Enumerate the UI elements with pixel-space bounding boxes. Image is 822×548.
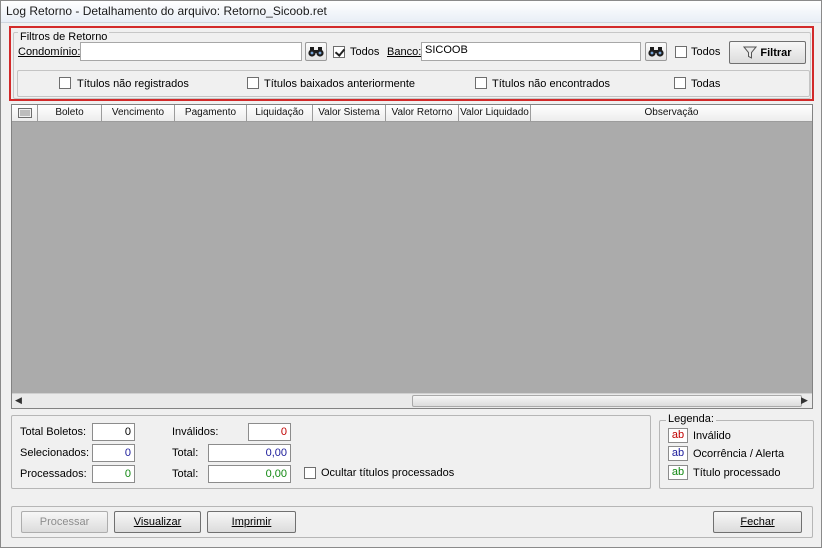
select-all-icon: [17, 108, 32, 118]
column-header[interactable]: Valor Liquidado: [459, 105, 531, 122]
baixados-anteriormente-checkbox[interactable]: [247, 77, 259, 89]
todos-banco-label: Todos: [691, 46, 721, 58]
todos-banco-checkbox[interactable]: [675, 46, 687, 58]
scroll-right-icon[interactable]: ▶: [801, 395, 808, 406]
banco-search-button[interactable]: [645, 42, 667, 61]
visualizar-button-label: Visualizar: [133, 516, 182, 528]
total-processados-label: Total:: [172, 468, 199, 480]
processados-value: 0: [92, 465, 135, 483]
binoculars-icon: [308, 47, 324, 57]
filtrar-button[interactable]: Filtrar: [729, 41, 806, 64]
legend-label-invalid: Inválido: [693, 430, 731, 442]
column-header[interactable]: Pagamento: [175, 105, 247, 122]
condominio-search-button[interactable]: [305, 42, 327, 61]
invalidos-value: 0: [248, 423, 291, 441]
grid-header: Boleto Vencimento Pagamento Liquidação V…: [12, 105, 812, 122]
column-header[interactable]: Valor Sistema: [313, 105, 386, 122]
select-all-column[interactable]: [12, 105, 38, 122]
nao-encontrados-label: Títulos não encontrados: [492, 78, 611, 90]
legend-sample-invalid: ab: [668, 428, 688, 443]
total-processados-value: 0,00: [208, 465, 291, 483]
invalidos-label: Inválidos:: [172, 426, 219, 438]
imprimir-button[interactable]: Imprimir: [207, 511, 296, 533]
selecionados-value: 0: [92, 444, 135, 462]
ocultar-processados-checkbox[interactable]: [304, 467, 316, 479]
horizontal-scrollbar[interactable]: ◀ ▶: [12, 393, 812, 408]
total-selecionados-label: Total:: [172, 447, 199, 459]
processar-button[interactable]: Processar: [21, 511, 108, 533]
ocultar-processados-label: Ocultar títulos processados: [321, 467, 455, 479]
legend-sample-processed: ab: [668, 465, 688, 480]
legend-title: Legenda:: [666, 413, 716, 425]
nao-encontrados-checkbox[interactable]: [475, 77, 487, 89]
legend-label-processed: Título processado: [693, 467, 781, 479]
total-boletos-value: 0: [92, 423, 135, 441]
log-retorno-window: Log Retorno - Detalhamento do arquivo: R…: [0, 0, 822, 548]
processados-label: Processados:: [20, 468, 87, 480]
condominio-input[interactable]: [80, 42, 302, 61]
todas-label: Todas: [691, 78, 721, 90]
total-selecionados-value: 0,00: [208, 444, 291, 462]
total-boletos-label: Total Boletos:: [20, 426, 87, 438]
selecionados-label: Selecionados:: [20, 447, 90, 459]
fechar-button[interactable]: Fechar: [713, 511, 802, 533]
window-title: Log Retorno - Detalhamento do arquivo: R…: [6, 4, 327, 18]
fechar-button-label: Fechar: [740, 516, 775, 528]
column-header[interactable]: Observação: [531, 105, 812, 122]
visualizar-button[interactable]: Visualizar: [114, 511, 201, 533]
column-header[interactable]: Boleto: [38, 105, 102, 122]
binoculars-icon: [648, 47, 664, 57]
imprimir-button-label: Imprimir: [231, 516, 272, 528]
filtrar-button-label: Filtrar: [760, 46, 792, 59]
scroll-thumb[interactable]: [412, 395, 802, 407]
boletos-grid[interactable]: Boleto Vencimento Pagamento Liquidação V…: [11, 104, 813, 409]
scroll-left-icon[interactable]: ◀: [15, 395, 22, 406]
column-header[interactable]: Valor Retorno: [386, 105, 459, 122]
legend-label-alert: Ocorrência / Alerta: [693, 448, 785, 460]
condominio-label: Condomínio:: [18, 46, 81, 58]
funnel-icon: [743, 46, 758, 59]
banco-label: Banco:: [387, 46, 422, 58]
title-bar: Log Retorno - Detalhamento do arquivo: R…: [1, 1, 821, 23]
column-header[interactable]: Vencimento: [102, 105, 175, 122]
todos-condominio-checkbox[interactable]: [333, 46, 345, 58]
banco-input[interactable]: SICOOB: [421, 42, 641, 61]
baixados-anteriormente-label: Títulos baixados anteriormente: [264, 78, 416, 90]
nao-registrados-checkbox[interactable]: [59, 77, 71, 89]
todas-checkbox[interactable]: [674, 77, 686, 89]
legend-sample-alert: ab: [668, 446, 688, 461]
column-header[interactable]: Liquidação: [247, 105, 313, 122]
todos-condominio-label: Todos: [350, 46, 380, 58]
nao-registrados-label: Títulos não registrados: [77, 78, 189, 90]
